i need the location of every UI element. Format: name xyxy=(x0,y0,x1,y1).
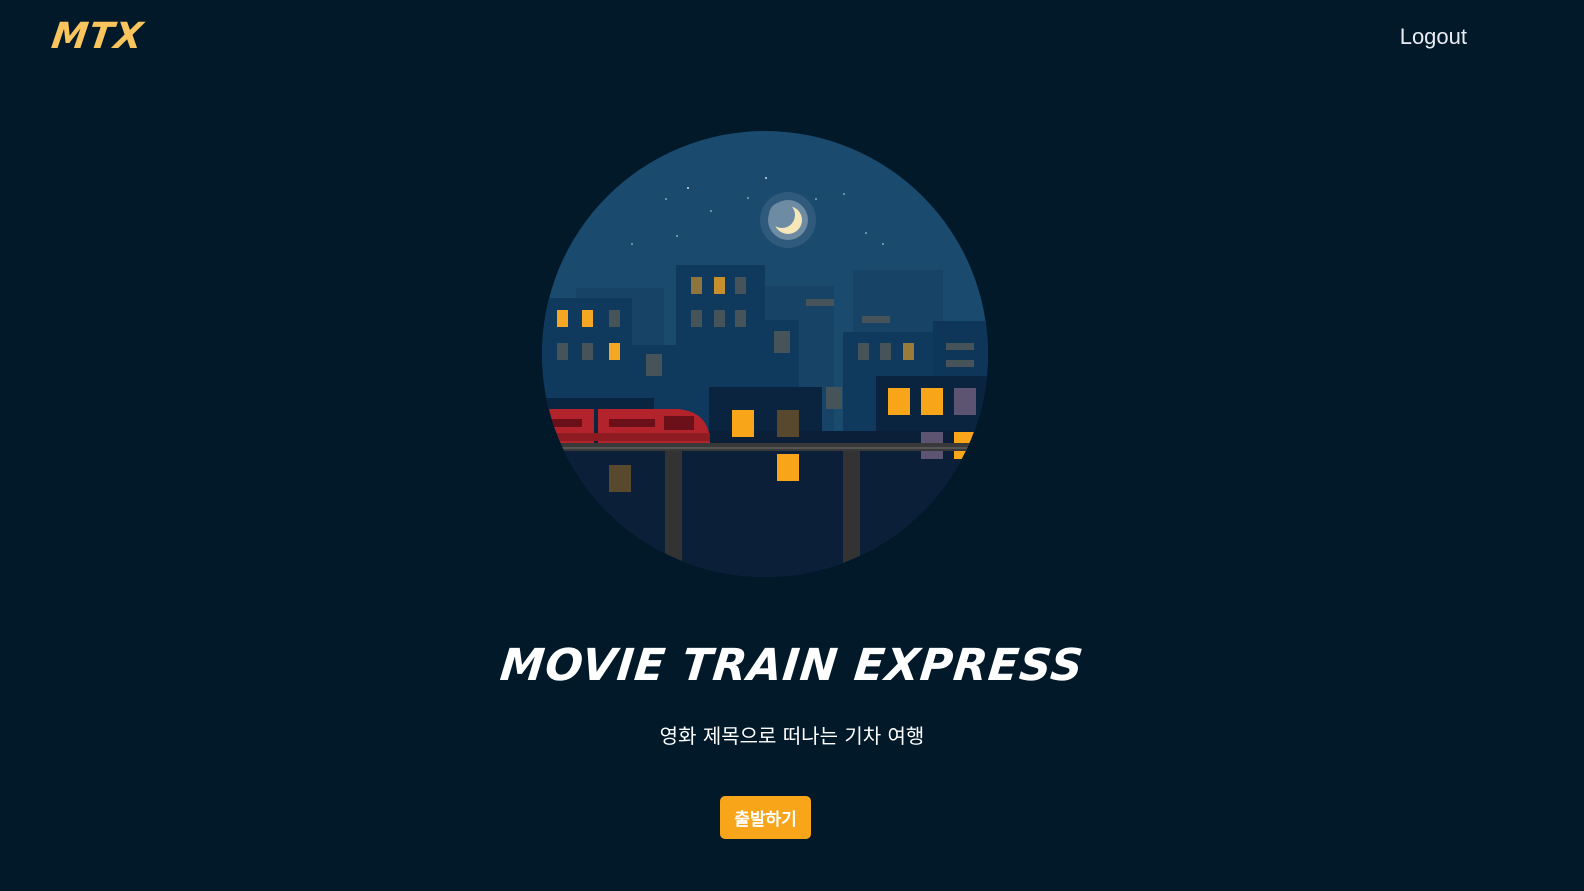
train xyxy=(542,409,710,443)
moon-icon xyxy=(760,192,816,248)
logo[interactable]: MTX xyxy=(49,16,146,57)
logout-link[interactable]: Logout xyxy=(1400,24,1467,50)
night-city-train-illustration xyxy=(542,131,988,577)
start-button[interactable]: 출발하기 xyxy=(720,796,811,839)
hero-title: MOVIE TRAIN EXPRESS xyxy=(497,640,1087,691)
hero-subtitle: 영화 제목으로 떠나는 기차 여행 xyxy=(659,724,925,748)
